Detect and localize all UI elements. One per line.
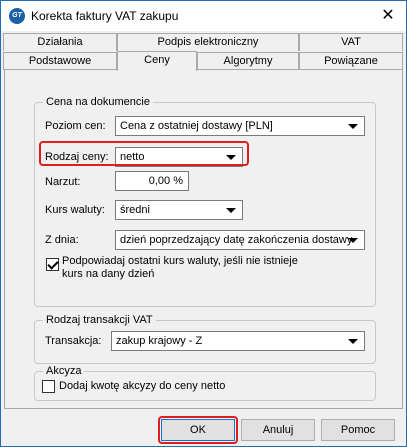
tab-content-panel: Cena na dokumencie Poziom cen: Cena z os… (4, 69, 403, 409)
price-type-select[interactable]: netto (115, 147, 243, 167)
price-level-select[interactable]: Cena z ostatniej dostawy [PLN] (115, 116, 365, 136)
exchange-rate-select[interactable]: średni (115, 200, 243, 220)
chevron-down-icon (348, 238, 358, 243)
excise-legend: Akcyza (43, 365, 85, 377)
chevron-down-icon (226, 208, 236, 213)
price-group-legend: Cena na dokumencie (43, 96, 153, 108)
add-excise-label: Dodaj kwotę akcyzy do ceny netto (59, 380, 226, 392)
exchange-rate-label: Kurs waluty: (45, 204, 105, 216)
tab-vat[interactable]: VAT (299, 33, 403, 51)
markup-label: Narzut: (45, 176, 81, 188)
close-icon[interactable]: ✕ (378, 7, 398, 25)
chevron-down-icon (226, 155, 236, 160)
transaction-label: Transakcja: (45, 335, 102, 347)
suggest-rate-label: Podpowiadaj ostatni kurs waluty, jeśli n… (62, 255, 298, 280)
from-day-select[interactable]: dzień poprzedzający datę zakończenia dos… (115, 230, 365, 250)
suggest-rate-checkbox[interactable] (46, 258, 59, 271)
transaction-select[interactable]: zakup krajowy - Z (111, 331, 365, 351)
price-type-label: Rodzaj ceny: (45, 151, 109, 163)
cancel-button[interactable]: Anuluj (241, 419, 315, 441)
tab-ceny[interactable]: Ceny (117, 51, 197, 71)
tab-podpis-elektroniczny[interactable]: Podpis elektroniczny (117, 33, 299, 51)
help-button[interactable]: Pomoc (321, 419, 395, 441)
vat-transaction-legend: Rodzaj transakcji VAT (43, 314, 156, 326)
app-logo-icon: GT (9, 8, 25, 24)
tab-powiazane[interactable]: Powiązane (299, 52, 403, 70)
tab-podstawowe[interactable]: Podstawowe (3, 52, 117, 70)
dialog-window: GT Korekta faktury VAT zakupu ✕ Działani… (0, 0, 407, 447)
chevron-down-icon (348, 124, 358, 129)
chevron-down-icon (348, 339, 358, 344)
window-title: Korekta faktury VAT zakupu (31, 9, 179, 23)
markup-input[interactable]: 0,00 % (115, 171, 189, 191)
title-bar: GT Korekta faktury VAT zakupu ✕ (1, 1, 406, 31)
price-level-label: Poziom cen: (45, 120, 106, 132)
add-excise-checkbox[interactable] (42, 380, 55, 393)
ok-button[interactable]: OK (161, 419, 235, 441)
tab-dzialania[interactable]: Działania (3, 33, 117, 51)
from-day-label: Z dnia: (45, 234, 79, 246)
tab-strip: Działania Podpis elektroniczny VAT Podst… (1, 31, 406, 71)
tab-algorytmy[interactable]: Algorytmy (197, 52, 299, 70)
